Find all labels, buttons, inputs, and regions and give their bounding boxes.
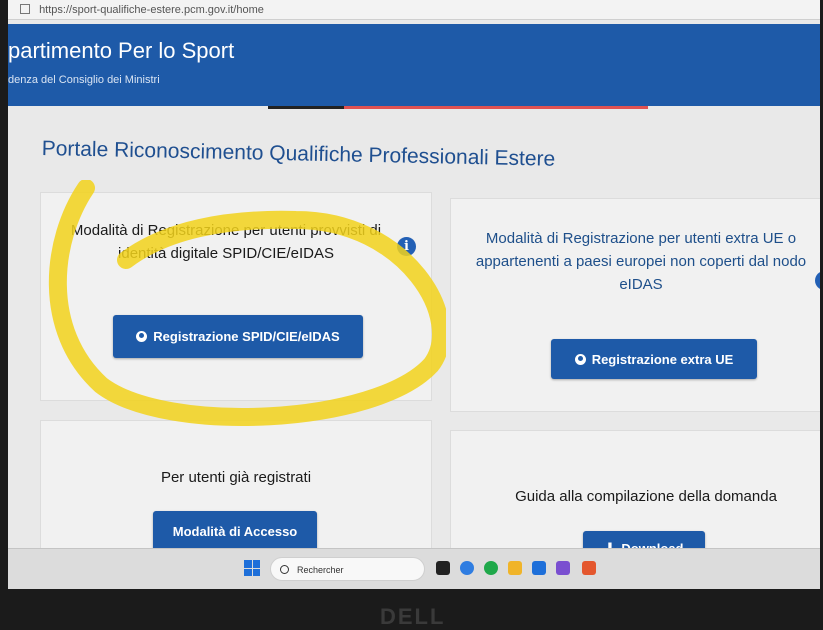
extra-ue-registration-label: Registrazione extra UE	[591, 351, 734, 367]
user-icon	[574, 353, 586, 365]
guide-card-text: Guida alla compilazione della domanda	[515, 488, 777, 505]
extra-ue-registration-button[interactable]: Registrazione extra UE	[551, 339, 757, 379]
search-icon	[280, 565, 289, 574]
registered-users-card: Per utenti già registrati Modalità di Ac…	[40, 420, 432, 560]
extra-ue-registration-card: Modalità di Registrazione per utenti ext…	[450, 198, 820, 412]
windows-taskbar: Rechercher	[8, 548, 820, 589]
browser-screen: https://sport-qualifiche-estere.pcm.gov.…	[8, 0, 820, 560]
info-icon[interactable]: i	[397, 237, 416, 256]
edge-icon[interactable]	[460, 561, 474, 575]
spid-card-text: Modalità di Registrazione per utenti pro…	[70, 222, 382, 262]
extra-card-text: Modalità di Registrazione per utenti ext…	[475, 230, 807, 293]
site-header: partimento Per lo Sport denza del Consig…	[8, 24, 820, 106]
dell-logo: DELL	[380, 604, 446, 629]
spid-registration-button[interactable]: Registrazione SPID/CIE/eIDAS	[113, 315, 363, 358]
app-icon[interactable]	[582, 561, 596, 575]
page-title: Portale Riconoscimento Qualifiche Profes…	[41, 137, 556, 171]
header-accent-line	[268, 106, 648, 109]
file-explorer-icon[interactable]	[508, 561, 522, 575]
info-icon[interactable]: i	[815, 271, 820, 290]
taskbar-search-placeholder: Rechercher	[297, 565, 344, 575]
spid-registration-card: Modalità di Registrazione per utenti pro…	[40, 192, 432, 401]
store-icon[interactable]	[532, 561, 546, 575]
site-subtitle: denza del Consiglio dei Ministri	[8, 74, 160, 86]
taskbar-search[interactable]: Rechercher	[270, 557, 425, 581]
access-label: Modalità di Accesso	[172, 523, 298, 539]
task-view-icon[interactable]	[436, 561, 450, 575]
url-text[interactable]: https://sport-qualifiche-estere.pcm.gov.…	[39, 4, 264, 16]
user-icon	[136, 331, 148, 342]
page-icon	[20, 4, 30, 14]
site-title[interactable]: partimento Per lo Sport	[8, 38, 234, 64]
spid-registration-label: Registrazione SPID/CIE/eIDAS	[153, 329, 340, 344]
chrome-icon[interactable]	[484, 561, 498, 575]
windows-start-icon[interactable]	[244, 560, 260, 576]
guide-card: Guida alla compilazione della domanda ⬇ …	[450, 430, 820, 560]
registered-card-text: Per utenti già registrati	[160, 469, 312, 486]
address-bar[interactable]: https://sport-qualifiche-estere.pcm.gov.…	[8, 0, 820, 20]
app-icon[interactable]	[556, 561, 570, 575]
access-button[interactable]: Modalità di Accesso	[153, 511, 317, 551]
